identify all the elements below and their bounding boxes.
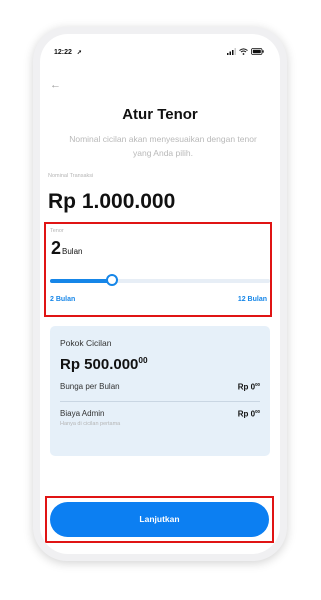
pokok-cents: 00: [138, 356, 148, 365]
bunga-cents: 00: [255, 382, 260, 387]
admin-row: Biaya Admin Rp 000: [60, 409, 260, 419]
tenor-selector: Tenor 2Bulan 2 Bulan 12 Bulan: [44, 222, 272, 317]
location-arrow-icon: ➚: [76, 50, 82, 56]
summary-divider: [60, 401, 260, 402]
tenor-slider[interactable]: [50, 274, 270, 286]
admin-amount: Rp 0: [237, 409, 256, 419]
installment-summary-card: Pokok Cicilan Rp 500.00000 Bunga per Bul…: [50, 326, 270, 456]
transaction-amount: Rp 1.000.000: [48, 190, 176, 213]
tenor-label: Tenor: [50, 228, 64, 234]
app-screen: 12:22 ➚ ← Atur Tenor Nominal cicilan aka…: [40, 34, 280, 554]
status-bar-left: 12:22 ➚: [54, 49, 82, 56]
tenor-value: 2Bulan: [51, 238, 82, 259]
admin-cents: 00: [255, 409, 260, 414]
page-title: Atur Tenor: [122, 106, 198, 123]
cta-highlight: Lanjutkan: [45, 496, 274, 543]
phone-frame: 12:22 ➚ ← Atur Tenor Nominal cicilan aka…: [33, 27, 287, 561]
slider-min-label: 2 Bulan: [50, 296, 76, 303]
status-time: 12:22: [54, 49, 72, 56]
bunga-amount: Rp 0: [237, 382, 256, 392]
bunga-value: Rp 000: [238, 382, 260, 392]
wifi-icon: [239, 48, 248, 55]
back-arrow-icon[interactable]: ←: [50, 79, 61, 91]
tenor-unit: Bulan: [62, 247, 83, 256]
tenor-number: 2: [51, 238, 62, 258]
transaction-label: Nominal Transaksi: [48, 173, 94, 179]
admin-label: Biaya Admin: [60, 409, 105, 418]
lanjutkan-button[interactable]: Lanjutkan: [50, 502, 269, 537]
bunga-row: Bunga per Bulan Rp 000: [60, 382, 260, 392]
tenor-slider-thumb[interactable]: [105, 274, 118, 286]
bunga-label: Bunga per Bulan: [60, 382, 120, 391]
status-bar-right: [227, 48, 264, 55]
pokok-cicilan-value: Rp 500.00000: [60, 356, 148, 373]
pokok-cicilan-label: Pokok Cicilan: [60, 338, 112, 348]
battery-icon: [251, 48, 264, 55]
slider-max-label: 12 Bulan: [237, 296, 267, 303]
admin-note: Hanya di cicilan pertama: [60, 421, 121, 427]
pokok-amount: Rp 500.000: [60, 356, 139, 373]
signal-icon: [227, 48, 236, 55]
tenor-slider-fill: [50, 279, 112, 283]
admin-value: Rp 000: [238, 409, 260, 419]
page-subtitle: Nominal cicilan akan menyesuaikan dengan…: [69, 134, 257, 159]
